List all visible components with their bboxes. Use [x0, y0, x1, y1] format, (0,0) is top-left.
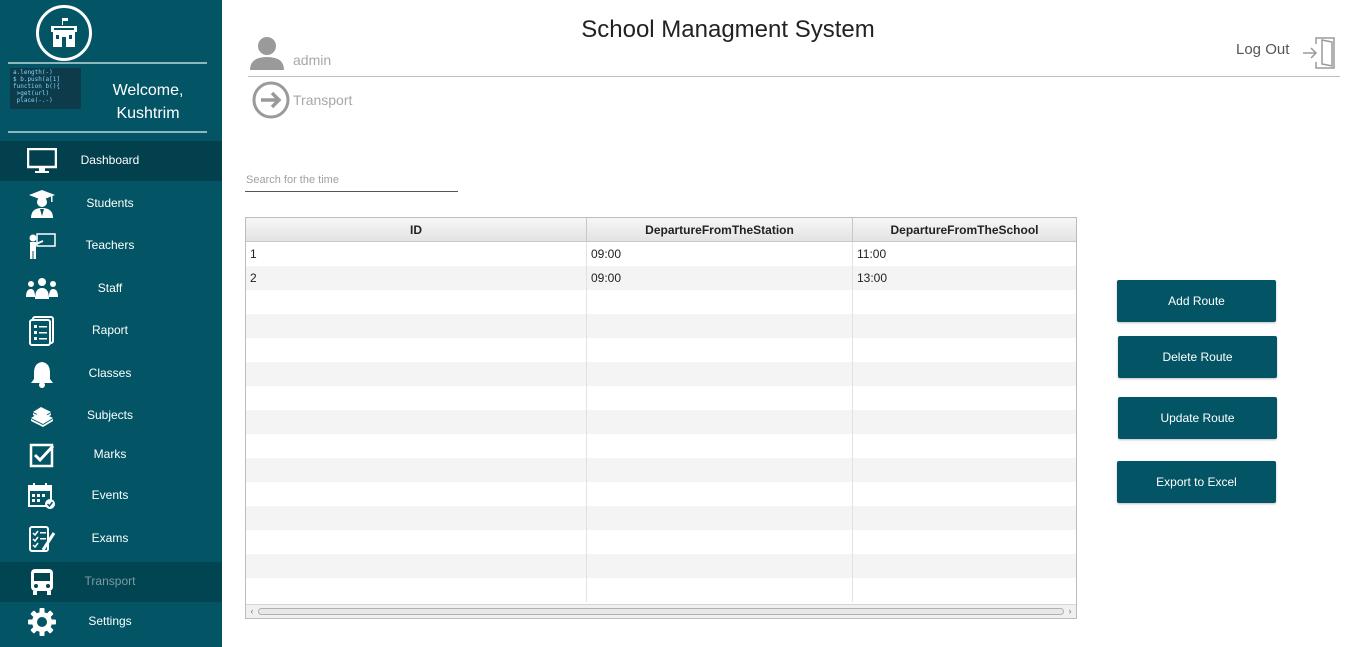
- breadcrumb: Transport: [293, 92, 353, 108]
- arrow-right-circle-icon: [252, 81, 290, 124]
- checkbox-icon: [26, 441, 58, 469]
- update-route-button[interactable]: Update Route: [1118, 397, 1277, 439]
- empty-row: [246, 338, 1076, 362]
- empty-row: [246, 314, 1076, 338]
- sidebar-item-staff[interactable]: Staff: [0, 269, 222, 309]
- sidebar-item-classes[interactable]: Classes: [0, 354, 222, 394]
- sidebar-item-label: Raport: [91, 323, 129, 337]
- avatar-code-image: a.length(-) $ b.push(a[1] function b(){ …: [13, 69, 60, 104]
- teacher-icon: [26, 232, 58, 260]
- logout-icon[interactable]: [1302, 36, 1336, 75]
- sidebar-item-label: Staff: [97, 281, 123, 295]
- user-icon: [249, 36, 285, 75]
- sidebar: a.length(-) $ b.push(a[1] function b(){ …: [0, 0, 222, 647]
- horizontal-scrollbar[interactable]: ‹ ›: [246, 604, 1076, 618]
- page-title: School Managment System: [581, 16, 875, 43]
- sidebar-item-label: Transport: [84, 574, 136, 588]
- scrollbar-thumb[interactable]: [258, 608, 1064, 615]
- column-header-departure-school[interactable]: DepartureFromTheSchool: [853, 218, 1076, 242]
- empty-row: [246, 482, 1076, 506]
- sidebar-item-teachers[interactable]: Teachers: [0, 226, 222, 266]
- delete-route-button[interactable]: Delete Route: [1118, 336, 1277, 378]
- empty-row: [246, 386, 1076, 410]
- student-icon: [26, 190, 58, 218]
- school-logo: [36, 5, 92, 61]
- empty-row: [246, 578, 1076, 602]
- empty-row: [246, 554, 1076, 578]
- staff-icon: [26, 275, 58, 303]
- table-cell: 09:00: [587, 266, 853, 290]
- gear-icon: [26, 608, 58, 636]
- report-icon: [26, 316, 58, 346]
- sidebar-item-subjects[interactable]: Subjects: [0, 396, 222, 436]
- welcome-user-name: Kushtrim: [116, 105, 180, 122]
- table-header: ID DepartureFromTheStation DepartureFrom…: [246, 218, 1076, 242]
- empty-row: [246, 506, 1076, 530]
- table-body: 1 09:00 11:00 2 09:00 13:00: [246, 242, 1076, 602]
- table-cell: 11:00: [857, 247, 887, 261]
- column-header-departure-station[interactable]: DepartureFromTheStation: [587, 218, 853, 242]
- user-name: admin: [293, 52, 332, 68]
- column-header-id[interactable]: ID: [246, 218, 587, 242]
- sidebar-item-label: Subjects: [86, 408, 134, 422]
- sidebar-item-label: Students: [86, 196, 134, 210]
- empty-row: [246, 410, 1076, 434]
- books-icon: [26, 402, 58, 430]
- table-cell: 2: [246, 266, 587, 290]
- table-cell: 09:00: [587, 242, 853, 266]
- sidebar-item-label: Classes: [88, 366, 132, 380]
- table-cell: 13:00: [857, 271, 888, 285]
- school-icon: [51, 18, 77, 47]
- sidebar-item-label: Teachers: [85, 238, 135, 252]
- empty-row: [246, 458, 1076, 482]
- welcome-greeting: Welcome,: [112, 82, 184, 99]
- export-excel-button[interactable]: Export to Excel: [1117, 461, 1276, 503]
- logout-button[interactable]: Log Out: [1236, 41, 1289, 58]
- search-input[interactable]: [245, 168, 458, 192]
- bus-icon: [26, 568, 58, 596]
- sidebar-item-events[interactable]: Events: [0, 476, 222, 516]
- welcome-text: Welcome, Kushtrim: [88, 79, 208, 125]
- empty-row: [246, 530, 1076, 554]
- sidebar-item-label: Settings: [88, 614, 132, 628]
- sidebar-item-label: Events: [91, 488, 129, 502]
- empty-row: [246, 290, 1076, 314]
- sidebar-item-label: Exams: [91, 531, 129, 545]
- transport-table[interactable]: ID DepartureFromTheStation DepartureFrom…: [245, 217, 1077, 619]
- avatar: a.length(-) $ b.push(a[1] function b(){ …: [10, 68, 81, 109]
- table-row[interactable]: 2 09:00 13:00: [246, 266, 1076, 290]
- scroll-left-icon[interactable]: ‹: [246, 605, 258, 618]
- sidebar-item-label: Dashboard: [80, 153, 140, 167]
- exam-icon: [26, 525, 58, 553]
- empty-row: [246, 362, 1076, 386]
- sidebar-item-raport[interactable]: Raport: [0, 311, 222, 351]
- header-divider: [248, 76, 1340, 77]
- sidebar-item-dashboard[interactable]: Dashboard: [0, 141, 222, 181]
- sidebar-divider: [8, 62, 207, 64]
- table-cell: 1: [246, 242, 587, 266]
- calendar-icon: [26, 482, 58, 510]
- sidebar-item-settings[interactable]: Settings: [0, 602, 222, 642]
- sidebar-item-label: Marks: [93, 447, 127, 461]
- sidebar-item-transport[interactable]: Transport: [0, 562, 222, 602]
- sidebar-item-exams[interactable]: Exams: [0, 519, 222, 559]
- add-route-button[interactable]: Add Route: [1117, 280, 1276, 322]
- table-row[interactable]: 1 09:00 11:00: [246, 242, 1076, 266]
- sidebar-item-marks[interactable]: Marks: [0, 435, 222, 475]
- scroll-right-icon[interactable]: ›: [1064, 605, 1076, 618]
- empty-row: [246, 434, 1076, 458]
- bell-icon: [26, 360, 58, 388]
- sidebar-divider: [8, 131, 207, 133]
- sidebar-item-students[interactable]: Students: [0, 184, 222, 224]
- monitor-icon: [26, 147, 58, 175]
